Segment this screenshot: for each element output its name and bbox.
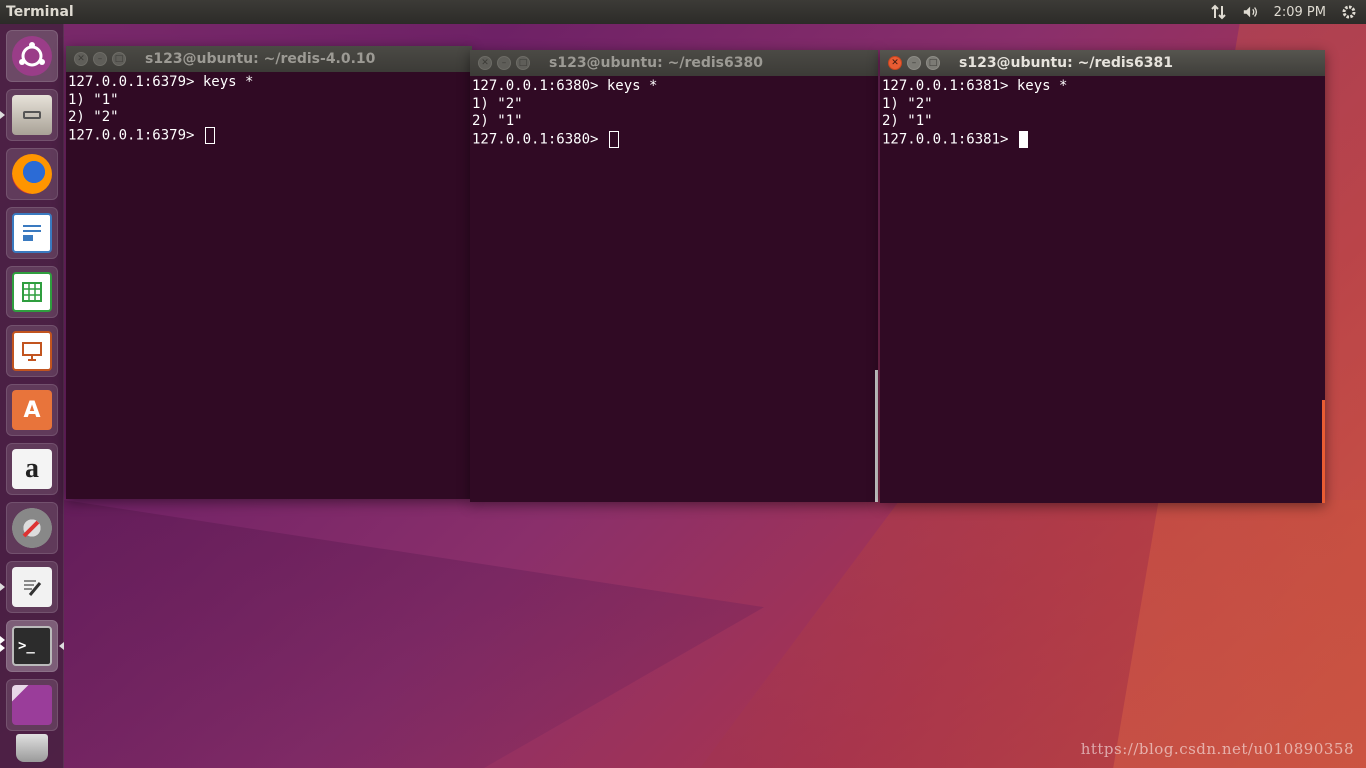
firefox-icon — [12, 154, 52, 194]
libreoffice-writer-icon — [12, 213, 52, 253]
scrollbar[interactable] — [1322, 400, 1325, 503]
minimize-icon[interactable]: – — [907, 56, 921, 70]
text-cursor — [204, 126, 215, 144]
window-titlebar[interactable]: ✕ – □ s123@ubuntu: ~/redis6381 — [880, 50, 1325, 76]
terminal-window[interactable]: ✕ – □ s123@ubuntu: ~/redis6380 127.0.0.1… — [470, 50, 878, 502]
close-icon[interactable]: ✕ — [888, 56, 902, 70]
libreoffice-impress-launcher[interactable] — [6, 325, 58, 377]
prompt-text: 127.0.0.1:6380> — [472, 131, 607, 147]
amazon-icon: a — [12, 449, 52, 489]
ubuntu-logo-icon — [12, 36, 52, 76]
scrollbar[interactable] — [875, 370, 878, 502]
terminal-line: 127.0.0.1:6380> keys * — [472, 78, 658, 94]
text-cursor — [1018, 130, 1028, 148]
window-title: s123@ubuntu: ~/redis6380 — [549, 55, 763, 71]
prompt-text: 127.0.0.1:6379> — [68, 127, 203, 143]
trash-launcher[interactable] — [6, 730, 58, 766]
window-title: s123@ubuntu: ~/redis6381 — [959, 55, 1173, 71]
terminal-line: 2) "2" — [68, 109, 119, 125]
firefox-launcher[interactable] — [6, 148, 58, 200]
wallpaper-shape — [64, 500, 764, 768]
close-icon[interactable]: ✕ — [74, 52, 88, 66]
clock[interactable]: 2:09 PM — [1274, 5, 1326, 20]
software-center-launcher[interactable]: A — [6, 384, 58, 436]
workspace-switcher-icon — [12, 685, 52, 725]
terminal-line: 2) "1" — [472, 113, 523, 129]
launcher: A a >_ — [0, 24, 64, 768]
active-app-title: Terminal — [6, 4, 74, 20]
files-launcher[interactable] — [0, 89, 58, 141]
window-titlebar[interactable]: ✕ – □ s123@ubuntu: ~/redis6380 — [470, 50, 878, 76]
files-icon — [12, 95, 52, 135]
running-indicator — [0, 644, 5, 652]
prompt-text: 127.0.0.1:6381> — [882, 131, 1017, 147]
terminal-window[interactable]: ✕ – □ s123@ubuntu: ~/redis-4.0.10 127.0.… — [66, 46, 472, 499]
running-indicator — [0, 636, 5, 644]
window-titlebar[interactable]: ✕ – □ s123@ubuntu: ~/redis-4.0.10 — [66, 46, 472, 72]
watermark: https://blog.csdn.net/u010890358 — [1080, 740, 1354, 758]
libreoffice-impress-icon — [12, 331, 52, 371]
prompt-line[interactable]: 127.0.0.1:6381> — [882, 130, 1323, 149]
terminal-window[interactable]: ✕ – □ s123@ubuntu: ~/redis6381 127.0.0.1… — [880, 50, 1325, 503]
text-editor-icon — [12, 567, 52, 607]
dash-home-button[interactable] — [6, 30, 58, 82]
gear-icon[interactable] — [1340, 4, 1358, 20]
top-panel: Terminal 2:09 PM — [0, 0, 1366, 24]
software-center-icon: A — [12, 390, 52, 430]
amazon-launcher[interactable]: a — [6, 443, 58, 495]
running-indicator — [0, 111, 5, 119]
text-editor-launcher[interactable] — [0, 561, 58, 613]
workspace-switcher-launcher[interactable] — [6, 679, 58, 731]
prompt-line[interactable]: 127.0.0.1:6380> — [472, 130, 876, 149]
maximize-icon[interactable]: □ — [112, 52, 126, 66]
minimize-icon[interactable]: – — [93, 52, 107, 66]
window-title: s123@ubuntu: ~/redis-4.0.10 — [145, 51, 376, 67]
terminal-output[interactable]: 127.0.0.1:6380> keys * 1) "2" 2) "1" 127.0.… — [470, 76, 878, 151]
terminal-launcher[interactable]: >_ — [0, 620, 64, 672]
libreoffice-calc-icon — [12, 272, 52, 312]
focused-indicator — [59, 642, 64, 650]
network-icon[interactable] — [1210, 4, 1228, 20]
terminal-output[interactable]: 127.0.0.1:6381> keys * 1) "2" 2) "1" 127.0.… — [880, 76, 1325, 151]
indicator-area: 2:09 PM — [1210, 4, 1366, 20]
minimize-icon[interactable]: – — [497, 56, 511, 70]
libreoffice-writer-launcher[interactable] — [6, 207, 58, 259]
terminal-line: 1) "1" — [68, 91, 119, 108]
maximize-icon[interactable]: □ — [516, 56, 530, 70]
text-cursor — [608, 130, 619, 148]
terminal-icon: >_ — [12, 626, 52, 666]
running-indicator — [0, 583, 5, 591]
system-settings-icon — [12, 508, 52, 548]
terminal-line: 127.0.0.1:6379> keys * — [68, 74, 254, 90]
terminal-line: 127.0.0.1:6381> keys * — [882, 78, 1068, 94]
system-settings-launcher[interactable] — [6, 502, 58, 554]
terminal-line: 2) "1" — [882, 113, 933, 129]
close-icon[interactable]: ✕ — [478, 56, 492, 70]
libreoffice-calc-launcher[interactable] — [6, 266, 58, 318]
volume-icon[interactable] — [1242, 4, 1260, 20]
prompt-line[interactable]: 127.0.0.1:6379> — [68, 126, 470, 145]
maximize-icon[interactable]: □ — [926, 56, 940, 70]
terminal-line: 1) "2" — [882, 95, 933, 112]
terminal-output[interactable]: 127.0.0.1:6379> keys * 1) "1" 2) "2" 127.0.… — [66, 72, 472, 147]
terminal-line: 1) "2" — [472, 95, 523, 112]
trash-icon — [16, 734, 48, 762]
